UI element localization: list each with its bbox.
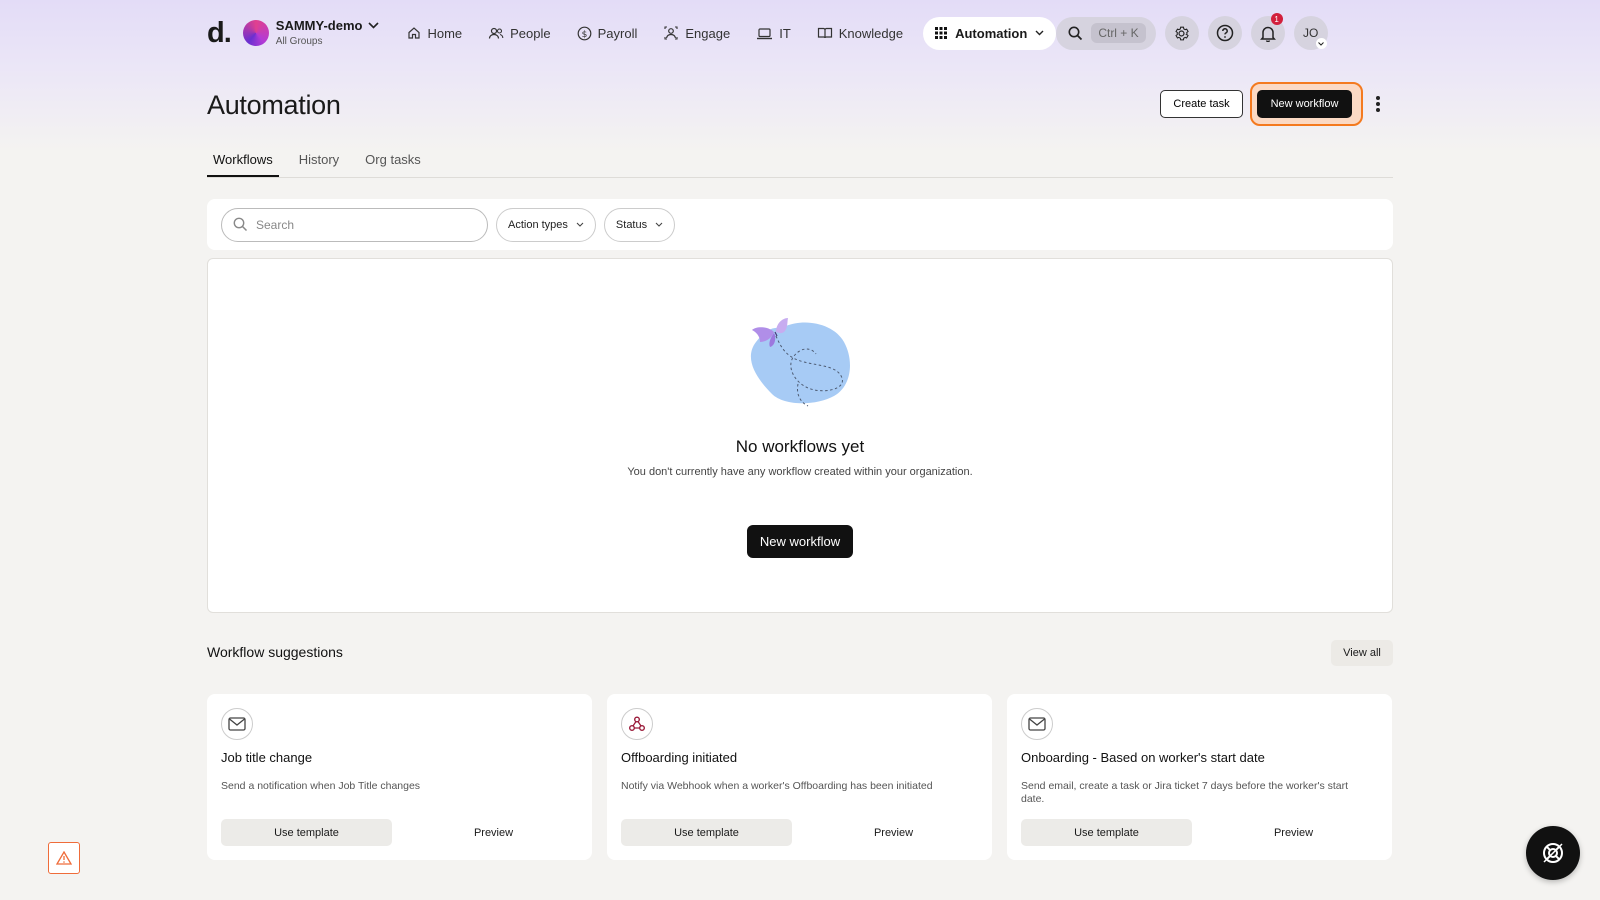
chevron-down-icon [576, 222, 584, 227]
search-shortcut: Ctrl + K [1091, 23, 1146, 43]
chevron-down-icon [368, 22, 380, 30]
card-description: Send email, create a task or Jira ticket… [1021, 780, 1349, 805]
nav-payroll-label: Payroll [597, 25, 638, 41]
avatar: JO [1302, 26, 1319, 40]
nav-knowledge-label: Knowledge [838, 25, 904, 41]
question-icon [1216, 24, 1233, 42]
use-template-button[interactable]: Use template [1021, 819, 1192, 846]
chevron-down-icon [655, 222, 663, 227]
nav-payroll[interactable]: $ Payroll [577, 25, 638, 41]
notifications-button[interactable]: 1 [1250, 13, 1285, 50]
webhook-icon [621, 708, 653, 740]
support-button[interactable] [1526, 826, 1580, 880]
active-app-label: Automation [955, 25, 1028, 41]
action-types-label: Action types [508, 218, 568, 231]
top-nav: d. SAMMY-demo All Groups Home People $ P… [207, 13, 1392, 52]
laptop-icon [757, 27, 773, 39]
card-description: Send a notification when Job Title chang… [221, 780, 421, 792]
org-subtitle: All Groups [275, 36, 323, 48]
settings-button[interactable] [1164, 16, 1199, 50]
empty-state-title: No workflows yet [735, 437, 865, 456]
tab-org-tasks[interactable]: Org tasks [359, 150, 427, 177]
warning-button[interactable] [48, 842, 80, 874]
mail-icon [221, 708, 253, 740]
grid-icon [935, 27, 948, 39]
nav-knowledge[interactable]: Knowledge [817, 26, 903, 41]
nav-home[interactable]: Home [407, 26, 462, 41]
filter-bar: Action types Status [207, 199, 1393, 250]
chevron-down-icon [1315, 38, 1327, 49]
card-title: Job title change [221, 750, 313, 765]
notification-badge: 1 [1270, 13, 1283, 25]
page-title: Automation [207, 90, 341, 120]
preview-button[interactable]: Preview [808, 819, 979, 846]
warning-icon [56, 851, 72, 865]
chevron-down-icon [1035, 30, 1044, 36]
global-search[interactable]: Ctrl + K [1056, 16, 1156, 50]
nav-people-label: People [510, 25, 551, 41]
nav-it-label: IT [779, 25, 791, 41]
nav-people[interactable]: People [488, 25, 551, 41]
org-name: SAMMY-demo [275, 17, 363, 33]
new-workflow-button-empty[interactable]: New workflow [747, 525, 853, 558]
search-icon [233, 217, 248, 232]
user-menu[interactable]: JO [1293, 16, 1328, 50]
card-title: Offboarding initiated [621, 750, 738, 765]
use-template-button[interactable]: Use template [621, 819, 792, 846]
people-icon [489, 27, 504, 39]
nav-engage[interactable]: Engage [663, 25, 730, 41]
nav-home-label: Home [427, 25, 463, 41]
suggestion-card: Offboarding initiated Notify via Webhook… [607, 694, 992, 860]
home-icon [408, 27, 421, 39]
empty-state-panel: No workflows yet You don't currently hav… [207, 258, 1393, 613]
suggestion-card: Onboarding - Based on worker's start dat… [1007, 694, 1392, 860]
dollar-icon: $ [577, 26, 592, 40]
nav-it[interactable]: IT [756, 26, 791, 41]
gear-icon [1175, 26, 1189, 40]
search-field[interactable] [221, 207, 488, 242]
lifebuoy-icon [1543, 843, 1563, 863]
org-switcher[interactable]: SAMMY-demo All Groups [275, 17, 380, 48]
svg-text:$: $ [581, 30, 587, 40]
bell-icon [1259, 26, 1276, 42]
more-options-icon[interactable] [1372, 94, 1384, 114]
mail-icon [1021, 708, 1053, 740]
preview-button[interactable]: Preview [408, 819, 579, 846]
create-task-button[interactable]: Create task [1160, 90, 1243, 118]
tab-history[interactable]: History [293, 150, 345, 177]
tab-workflows[interactable]: Workflows [207, 150, 279, 177]
new-workflow-button[interactable]: New workflow [1257, 90, 1352, 118]
nav-engage-label: Engage [685, 25, 731, 41]
search-icon [1068, 26, 1083, 40]
empty-state-subtitle: You don't currently have any workflow cr… [627, 466, 973, 478]
card-description: Notify via Webhook when a worker's Offbo… [621, 780, 933, 792]
status-label: Status [615, 218, 648, 231]
engage-icon [664, 26, 678, 40]
help-button[interactable] [1207, 16, 1242, 50]
card-title: Onboarding - Based on worker's start dat… [1021, 750, 1265, 765]
suggestions-title: Workflow suggestions [207, 644, 343, 660]
app-switcher-automation[interactable]: Automation [923, 16, 1057, 50]
org-avatar[interactable] [242, 20, 269, 46]
app-logo[interactable]: d. [207, 18, 232, 48]
status-filter[interactable]: Status [603, 207, 676, 242]
book-icon [817, 27, 832, 39]
use-template-button[interactable]: Use template [221, 819, 392, 846]
tab-bar: Workflows History Org tasks [207, 150, 1393, 178]
action-types-filter[interactable]: Action types [496, 207, 596, 242]
search-input[interactable] [256, 217, 466, 232]
view-all-button[interactable]: View all [1331, 640, 1393, 666]
preview-button[interactable]: Preview [1208, 819, 1379, 846]
butterfly-illustration-icon [750, 318, 850, 407]
suggestion-card: Job title change Send a notification whe… [207, 694, 592, 860]
